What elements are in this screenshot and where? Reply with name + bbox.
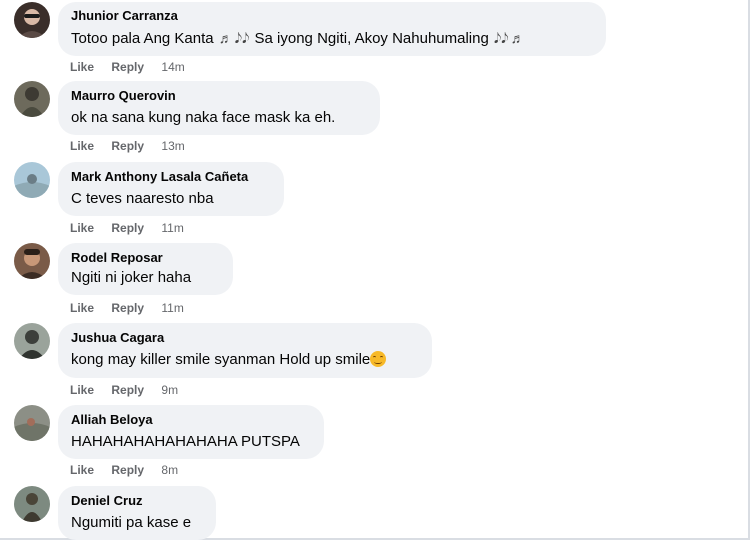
timestamp[interactable]: 8m: [161, 463, 178, 477]
comment-text: HAHAHAHAHAHAHAHA PUTSPA: [71, 433, 300, 450]
music-note-icon: ♬: [510, 30, 525, 46]
comment-author[interactable]: Mark Anthony Lasala Cañeta: [71, 169, 271, 185]
comment-text: ok na sana kung naka face mask ka eh.: [71, 109, 336, 126]
like-button[interactable]: Like: [70, 60, 94, 74]
comment-author[interactable]: Jushua Cagara: [71, 330, 419, 346]
comment-author[interactable]: Rodel Reposar: [71, 250, 220, 266]
comment-actions: Like Reply 13m: [70, 138, 185, 154]
avatar[interactable]: [14, 486, 50, 522]
comment-text: Totoo pala Ang Kanta ♬ 𝅘𝅥𝅮𝅘𝅥𝅮 Sa iyong Ng…: [71, 28, 593, 49]
reply-button[interactable]: Reply: [111, 383, 144, 397]
music-note-icon: ♬: [218, 30, 233, 46]
like-button[interactable]: Like: [70, 221, 94, 235]
comment-author[interactable]: Deniel Cruz: [71, 493, 203, 509]
reply-button[interactable]: Reply: [111, 301, 144, 315]
comment-bubble: Rodel Reposar Ngiti ni joker haha: [58, 243, 233, 295]
comment-text-part: kong may killer smile syanman Hold up sm…: [71, 351, 371, 368]
timestamp[interactable]: 11m: [161, 221, 183, 235]
timestamp[interactable]: 13m: [161, 139, 184, 153]
avatar[interactable]: [14, 81, 50, 117]
comment-text: kong may killer smile syanman Hold up sm…: [71, 350, 419, 370]
comment-text: Ngumiti pa kase e: [71, 514, 192, 531]
comment-actions: Like Reply 11m: [70, 220, 184, 236]
comments-panel: Jhunior Carranza Totoo pala Ang Kanta ♬ 𝅘…: [0, 0, 750, 540]
comment-bubble: Maurro Querovin ok na sana kung naka fac…: [58, 81, 380, 135]
avatar[interactable]: [14, 162, 50, 198]
comment-bubble: Jhunior Carranza Totoo pala Ang Kanta ♬ 𝅘…: [58, 2, 606, 56]
timestamp[interactable]: 11m: [161, 301, 183, 315]
reply-button[interactable]: Reply: [111, 60, 144, 74]
comment-author[interactable]: Jhunior Carranza: [71, 8, 593, 24]
music-notes-icon: 𝅘𝅥𝅮𝅘𝅥𝅮: [494, 30, 509, 46]
comment-bubble: Deniel Cruz Ngumiti pa kase e: [58, 486, 216, 540]
reply-button[interactable]: Reply: [111, 221, 144, 235]
like-button[interactable]: Like: [70, 463, 94, 477]
like-button[interactable]: Like: [70, 139, 94, 153]
like-button[interactable]: Like: [70, 301, 94, 315]
comment-actions: Like Reply 11m: [70, 300, 184, 316]
avatar[interactable]: [14, 405, 50, 441]
smile-emoji-icon: [370, 351, 387, 367]
timestamp[interactable]: 14m: [161, 60, 184, 74]
music-notes-icon: 𝅘𝅥𝅮𝅘𝅥𝅮: [234, 30, 250, 46]
comment-bubble: Mark Anthony Lasala Cañeta C teves naare…: [58, 162, 284, 216]
avatar[interactable]: [14, 2, 50, 38]
comment-bubble: Alliah Beloya HAHAHAHAHAHAHAHA PUTSPA: [58, 405, 324, 459]
comment-author[interactable]: Alliah Beloya: [71, 412, 311, 428]
comment-author[interactable]: Maurro Querovin: [71, 88, 367, 104]
comment-text-part: Totoo pala Ang Kanta: [71, 30, 218, 47]
comment-bubble: Jushua Cagara kong may killer smile syan…: [58, 323, 432, 378]
comment-actions: Like Reply 14m: [70, 59, 185, 75]
reply-button[interactable]: Reply: [111, 139, 144, 153]
comment-actions: Like Reply 8m: [70, 462, 178, 478]
comment-text: Ngiti ni joker haha: [71, 269, 192, 286]
comment-text-part: Sa iyong Ngiti, Akoy Nahuhumaling: [250, 30, 493, 47]
comment-text: C teves naaresto nba: [71, 190, 214, 207]
reply-button[interactable]: Reply: [111, 463, 144, 477]
avatar[interactable]: [14, 323, 50, 359]
like-button[interactable]: Like: [70, 383, 94, 397]
timestamp[interactable]: 9m: [161, 383, 178, 397]
avatar[interactable]: [14, 243, 50, 279]
comment-actions: Like Reply 9m: [70, 382, 178, 398]
